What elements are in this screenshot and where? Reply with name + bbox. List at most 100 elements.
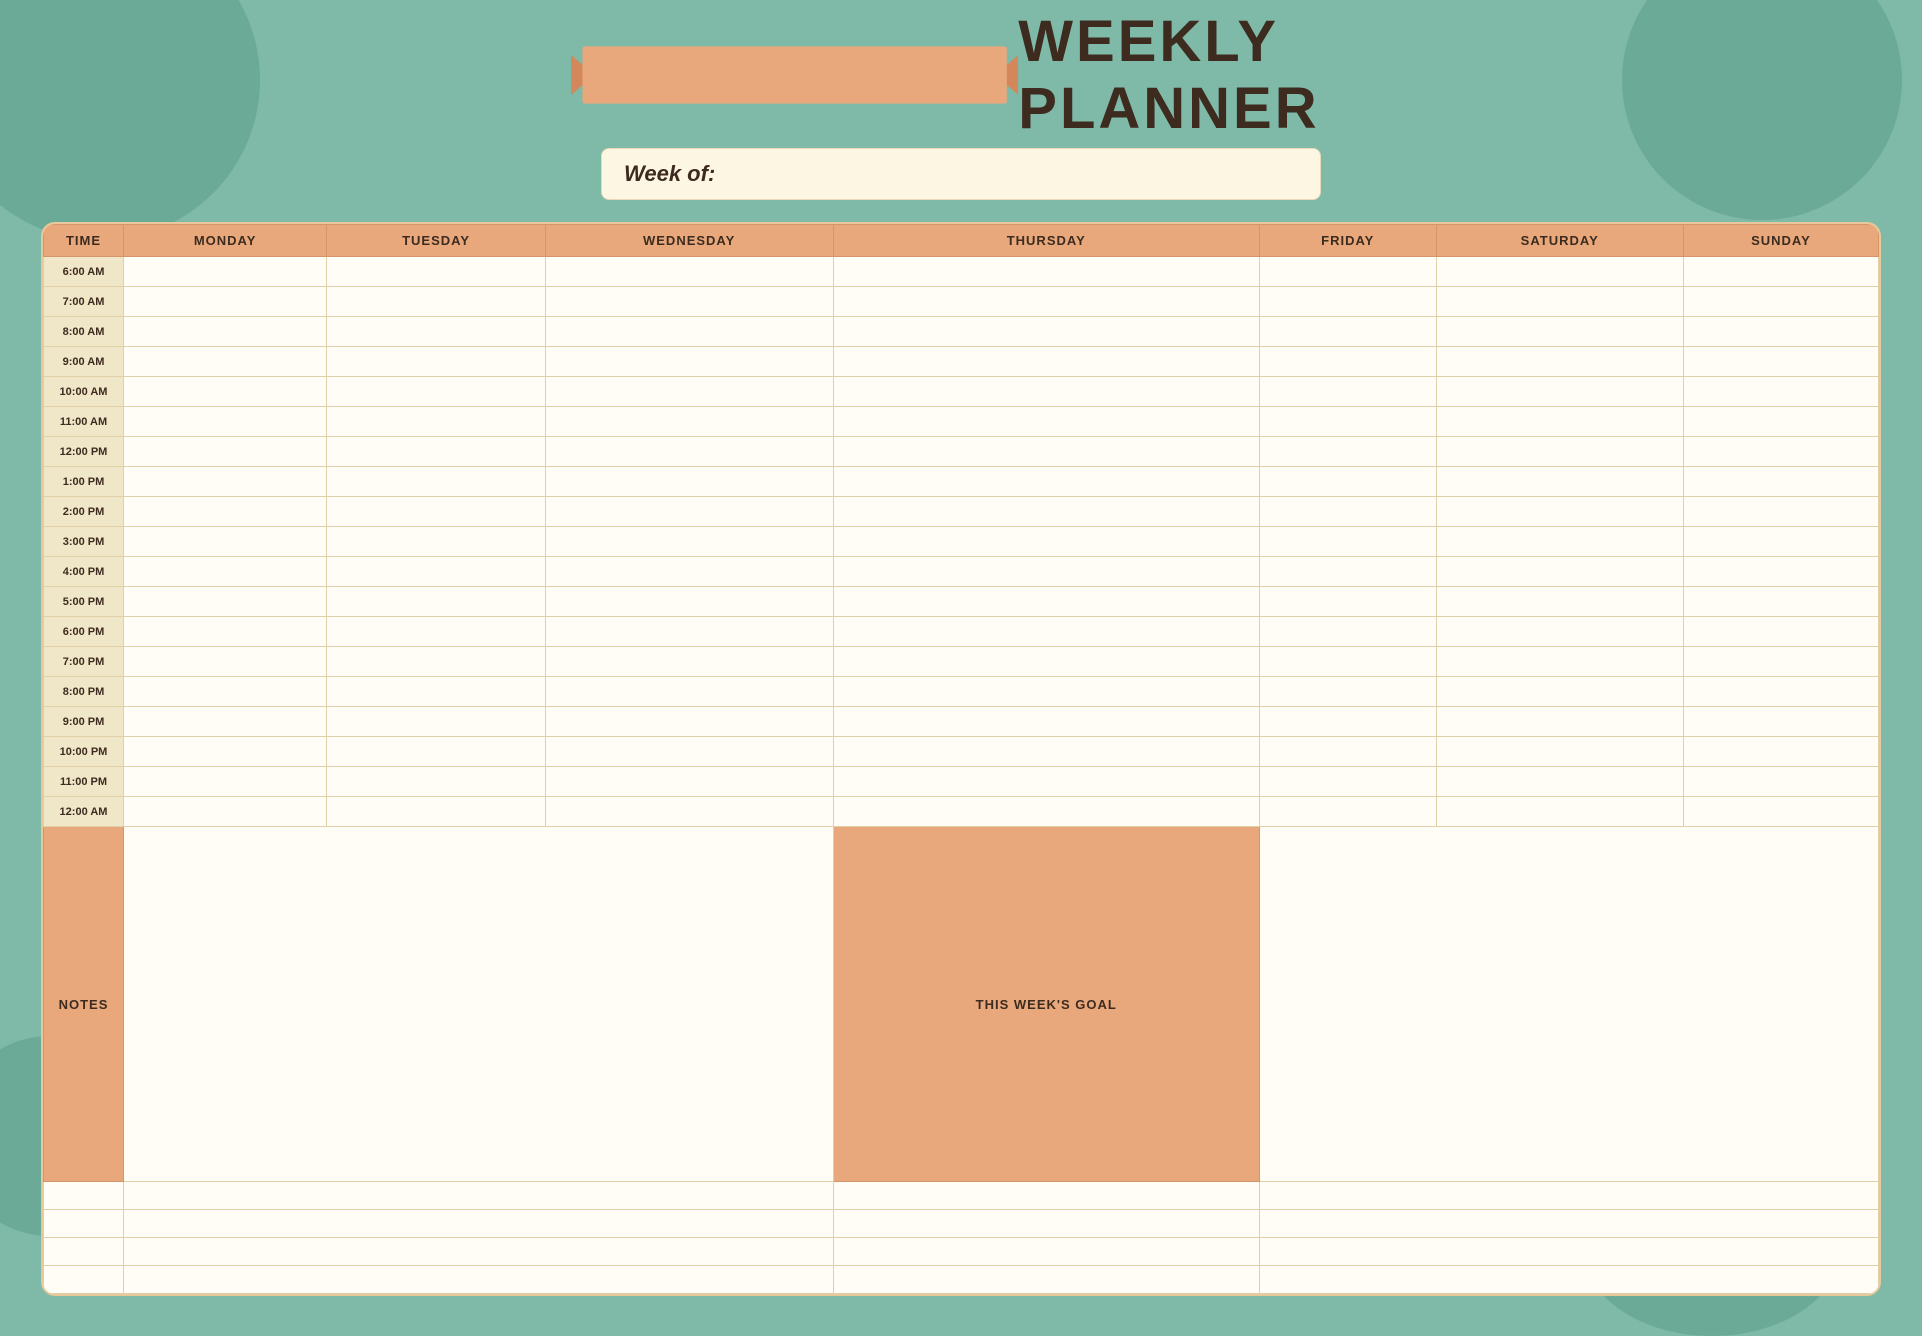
schedule-cell[interactable] [1683, 677, 1878, 707]
schedule-cell[interactable] [124, 467, 327, 497]
schedule-cell[interactable] [1259, 347, 1436, 377]
schedule-cell[interactable] [327, 437, 545, 467]
schedule-cell[interactable] [1436, 587, 1683, 617]
schedule-cell[interactable] [327, 287, 545, 317]
schedule-cell[interactable] [545, 347, 833, 377]
schedule-cell[interactable] [124, 257, 327, 287]
schedule-cell[interactable] [545, 287, 833, 317]
schedule-cell[interactable] [327, 407, 545, 437]
schedule-cell[interactable] [1259, 257, 1436, 287]
schedule-cell[interactable] [545, 797, 833, 827]
schedule-cell[interactable] [124, 407, 327, 437]
schedule-cell[interactable] [1436, 617, 1683, 647]
schedule-cell[interactable] [1259, 557, 1436, 587]
schedule-cell[interactable] [124, 767, 327, 797]
schedule-cell[interactable] [1683, 407, 1878, 437]
schedule-cell[interactable] [545, 407, 833, 437]
schedule-cell[interactable] [327, 317, 545, 347]
schedule-cell[interactable] [1436, 347, 1683, 377]
schedule-cell[interactable] [833, 587, 1259, 617]
schedule-cell[interactable] [1436, 437, 1683, 467]
schedule-cell[interactable] [1259, 527, 1436, 557]
schedule-cell[interactable] [1259, 677, 1436, 707]
schedule-cell[interactable] [833, 407, 1259, 437]
schedule-cell[interactable] [124, 557, 327, 587]
notes-cell[interactable] [124, 1266, 834, 1294]
schedule-cell[interactable] [124, 707, 327, 737]
schedule-cell[interactable] [1436, 797, 1683, 827]
schedule-cell[interactable] [124, 527, 327, 557]
schedule-cell[interactable] [833, 527, 1259, 557]
schedule-cell[interactable] [327, 377, 545, 407]
schedule-cell[interactable] [1436, 317, 1683, 347]
schedule-cell[interactable] [1436, 767, 1683, 797]
schedule-cell[interactable] [327, 527, 545, 557]
notes-cell[interactable] [124, 1210, 834, 1238]
schedule-cell[interactable] [545, 767, 833, 797]
schedule-cell[interactable] [1259, 377, 1436, 407]
schedule-cell[interactable] [124, 677, 327, 707]
schedule-cell[interactable] [545, 317, 833, 347]
schedule-cell[interactable] [833, 707, 1259, 737]
schedule-cell[interactable] [1259, 767, 1436, 797]
schedule-cell[interactable] [327, 347, 545, 377]
schedule-cell[interactable] [327, 677, 545, 707]
schedule-cell[interactable] [124, 377, 327, 407]
schedule-cell[interactable] [327, 797, 545, 827]
schedule-cell[interactable] [545, 467, 833, 497]
schedule-cell[interactable] [1259, 467, 1436, 497]
schedule-cell[interactable] [1683, 737, 1878, 767]
schedule-cell[interactable] [1436, 647, 1683, 677]
schedule-cell[interactable] [1436, 497, 1683, 527]
schedule-cell[interactable] [124, 287, 327, 317]
schedule-cell[interactable] [545, 257, 833, 287]
goal-cell[interactable] [1259, 1266, 1878, 1294]
schedule-cell[interactable] [327, 257, 545, 287]
schedule-cell[interactable] [1259, 647, 1436, 677]
schedule-cell[interactable] [833, 797, 1259, 827]
schedule-cell[interactable] [1683, 527, 1878, 557]
schedule-cell[interactable] [124, 797, 327, 827]
schedule-cell[interactable] [833, 617, 1259, 647]
schedule-cell[interactable] [545, 737, 833, 767]
schedule-cell[interactable] [833, 317, 1259, 347]
schedule-cell[interactable] [545, 617, 833, 647]
schedule-cell[interactable] [124, 497, 327, 527]
schedule-cell[interactable] [833, 647, 1259, 677]
schedule-cell[interactable] [327, 767, 545, 797]
schedule-cell[interactable] [1683, 287, 1878, 317]
schedule-cell[interactable] [1436, 557, 1683, 587]
schedule-cell[interactable] [124, 617, 327, 647]
schedule-cell[interactable] [545, 527, 833, 557]
schedule-cell[interactable] [1683, 587, 1878, 617]
schedule-cell[interactable] [1259, 287, 1436, 317]
goal-cell[interactable] [1259, 1210, 1878, 1238]
schedule-cell[interactable] [1259, 587, 1436, 617]
schedule-cell[interactable] [1683, 437, 1878, 467]
schedule-cell[interactable] [1259, 737, 1436, 767]
schedule-cell[interactable] [545, 557, 833, 587]
schedule-cell[interactable] [1683, 497, 1878, 527]
schedule-cell[interactable] [1683, 617, 1878, 647]
schedule-cell[interactable] [1259, 437, 1436, 467]
schedule-cell[interactable] [327, 587, 545, 617]
schedule-cell[interactable] [1683, 797, 1878, 827]
schedule-cell[interactable] [1683, 257, 1878, 287]
schedule-cell[interactable] [327, 497, 545, 527]
goal-cell[interactable] [1259, 1182, 1878, 1210]
schedule-cell[interactable] [1436, 527, 1683, 557]
schedule-cell[interactable] [545, 587, 833, 617]
schedule-cell[interactable] [1683, 377, 1878, 407]
schedule-cell[interactable] [1436, 677, 1683, 707]
schedule-cell[interactable] [124, 737, 327, 767]
schedule-cell[interactable] [1436, 407, 1683, 437]
schedule-cell[interactable] [327, 557, 545, 587]
schedule-cell[interactable] [833, 767, 1259, 797]
schedule-cell[interactable] [1259, 797, 1436, 827]
schedule-cell[interactable] [1683, 317, 1878, 347]
schedule-cell[interactable] [545, 707, 833, 737]
notes-cell[interactable] [124, 1238, 834, 1266]
schedule-cell[interactable] [124, 317, 327, 347]
schedule-cell[interactable] [833, 677, 1259, 707]
schedule-cell[interactable] [545, 647, 833, 677]
